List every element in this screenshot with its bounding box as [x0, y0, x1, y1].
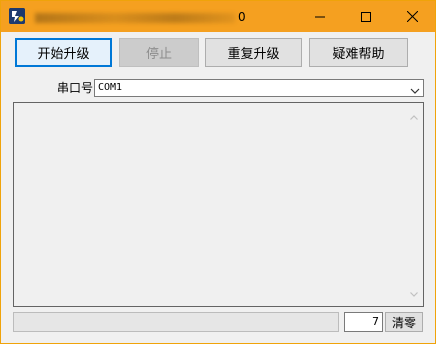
minimize-button[interactable]: [297, 1, 343, 32]
main-window: 0 开始升级 停止 重复升级 疑难帮助 串口号 COM1 7 清零: [0, 0, 436, 344]
progress-bar: [13, 312, 339, 332]
close-icon: [406, 11, 418, 22]
serial-port-label: 串口号: [57, 81, 94, 95]
scroll-down-icon[interactable]: [410, 286, 418, 300]
serial-port-select[interactable]: COM1: [94, 79, 424, 97]
minimize-icon: [315, 16, 325, 17]
chevron-down-icon: [410, 84, 420, 98]
maximize-icon: [361, 11, 371, 22]
re-upgrade-button[interactable]: 重复升级: [205, 38, 302, 67]
redacted-title-text: [35, 12, 235, 23]
start-upgrade-button[interactable]: 开始升级: [15, 38, 112, 67]
window-title: 0: [35, 8, 246, 26]
count-field[interactable]: 7: [344, 312, 383, 332]
app-icon: [9, 8, 25, 24]
stop-button[interactable]: 停止: [119, 38, 199, 67]
clear-button[interactable]: 清零: [385, 312, 423, 332]
window-title-suffix: 0: [238, 10, 246, 24]
help-button[interactable]: 疑难帮助: [309, 38, 408, 67]
title-bar[interactable]: 0: [1, 1, 435, 32]
serial-port-value: COM1: [98, 82, 123, 93]
close-button[interactable]: [389, 1, 435, 32]
maximize-button[interactable]: [343, 1, 389, 32]
scroll-up-icon[interactable]: [410, 109, 418, 123]
log-scrollbar[interactable]: [406, 103, 423, 306]
log-output-area[interactable]: [13, 102, 424, 307]
